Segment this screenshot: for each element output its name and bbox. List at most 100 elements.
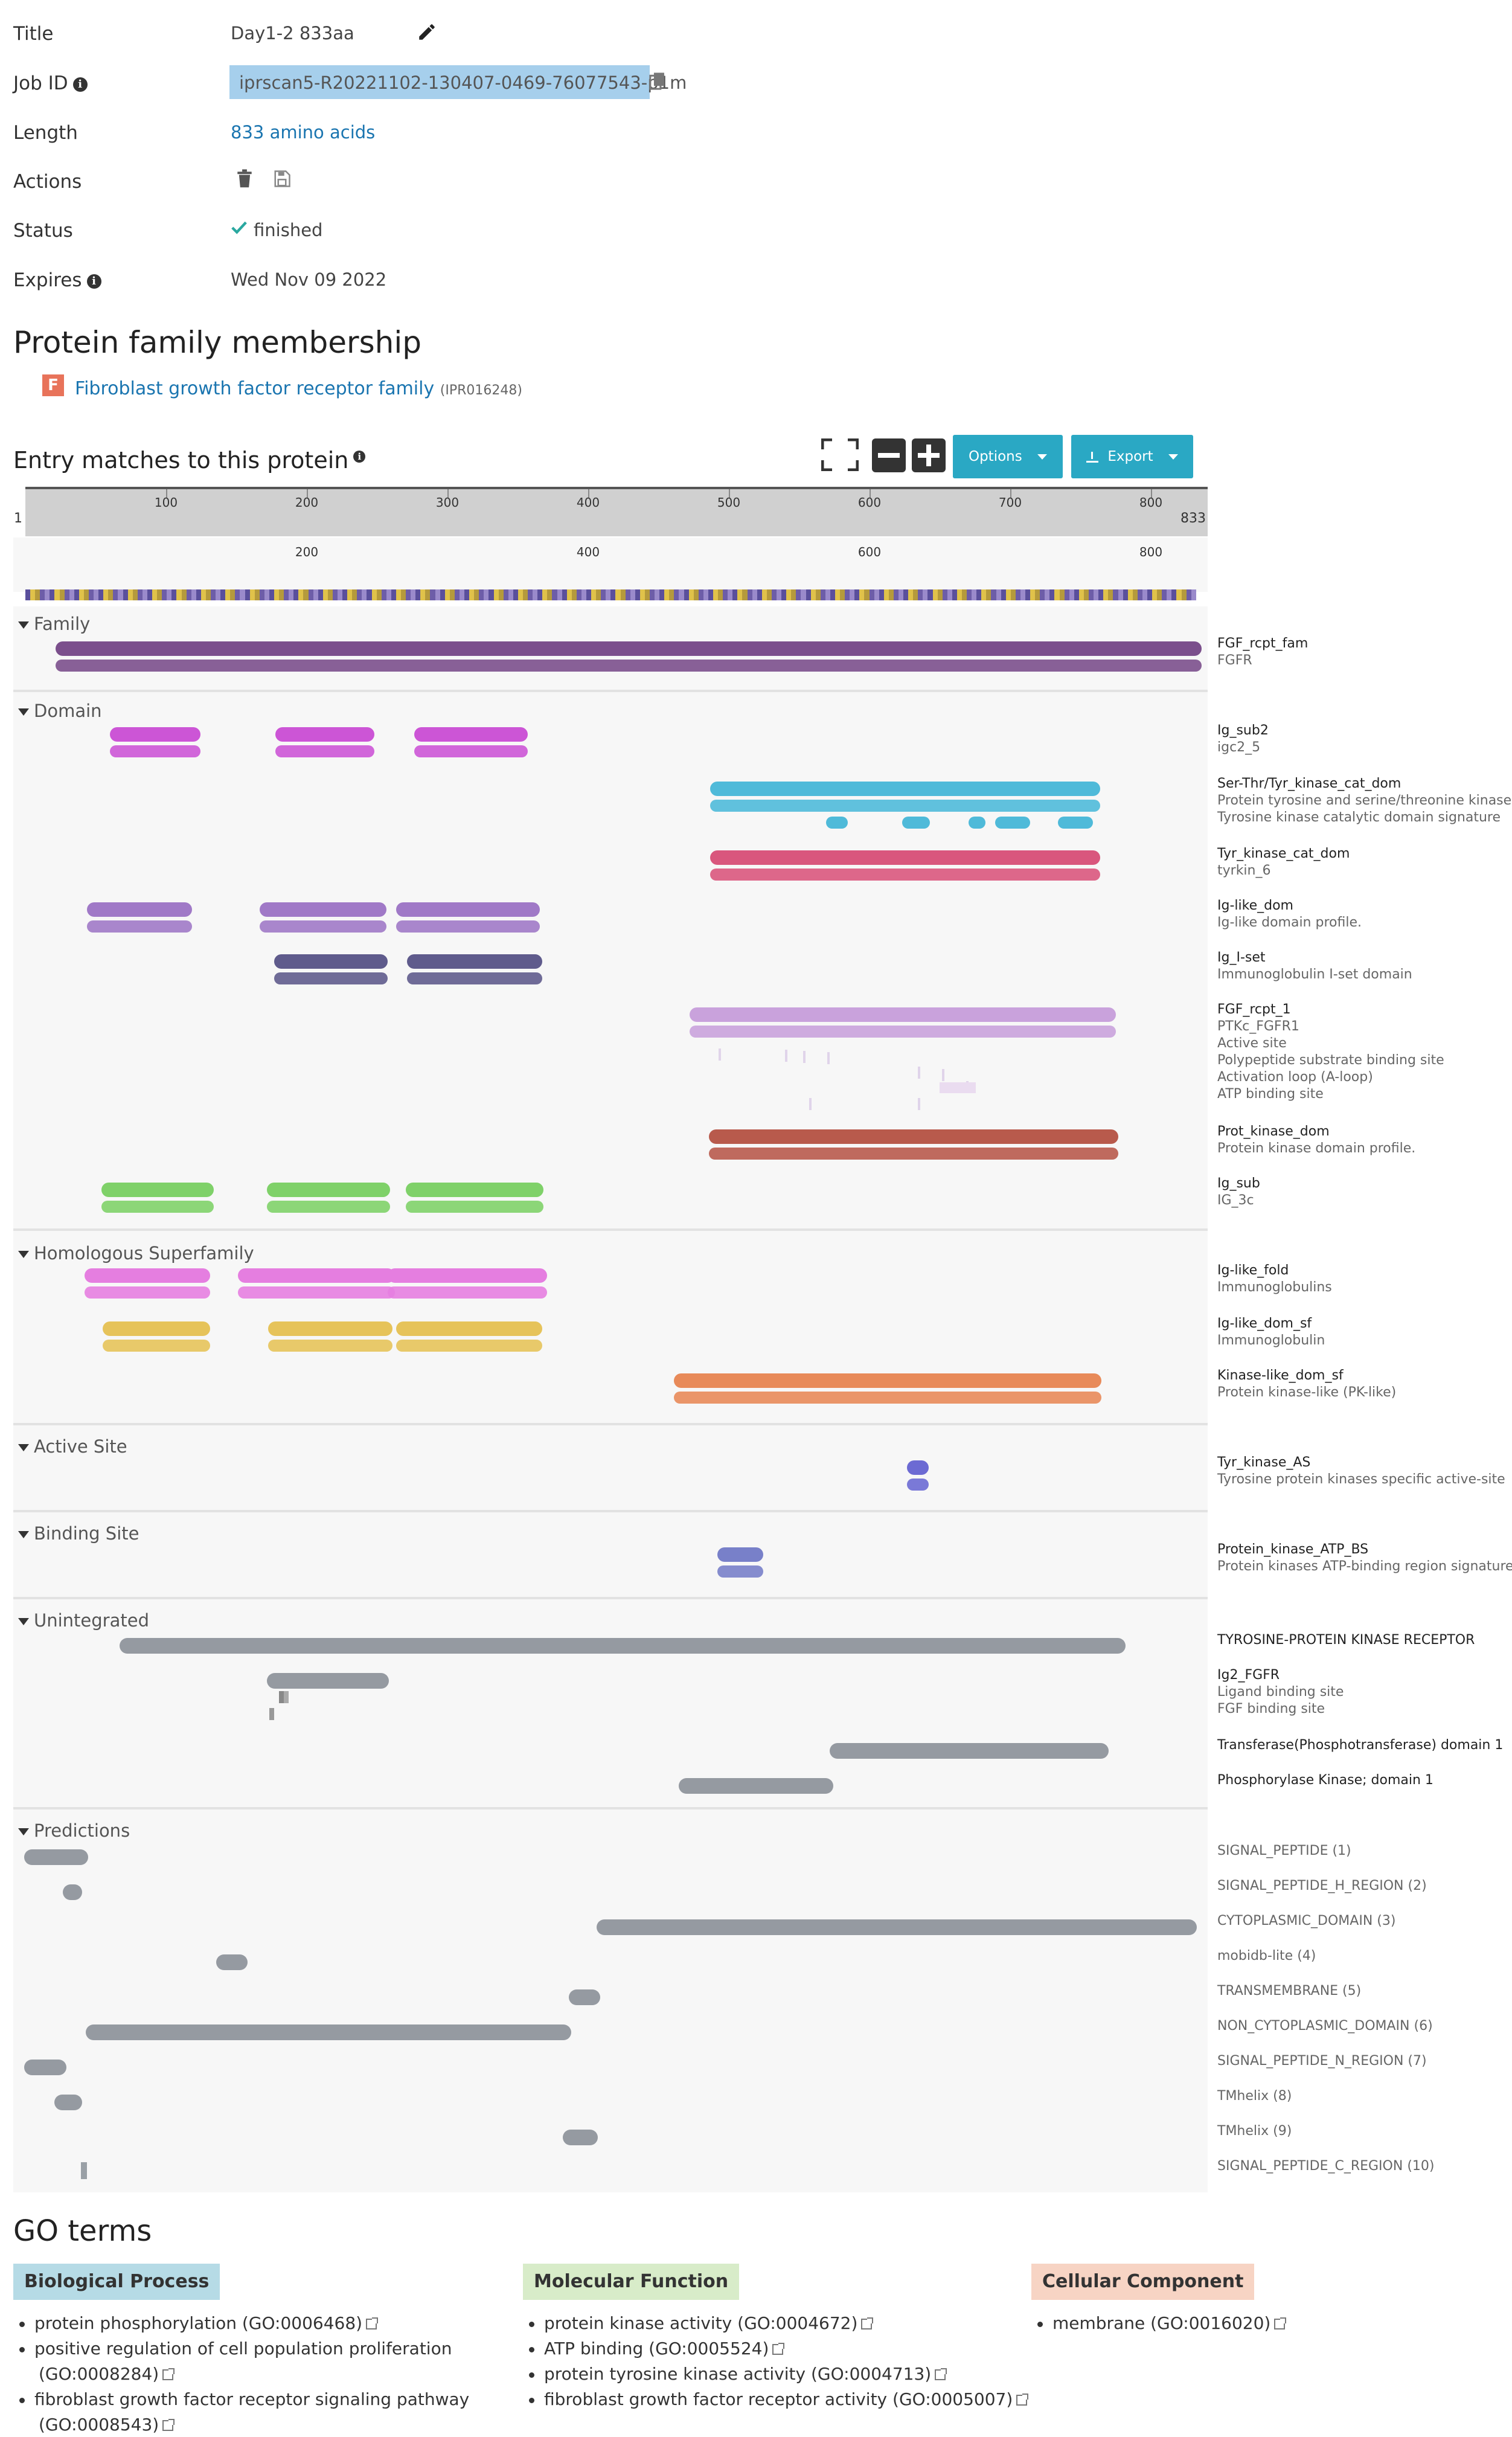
site-mark[interactable] <box>809 1098 812 1110</box>
match-bar[interactable] <box>710 850 1100 865</box>
external-link-icon[interactable] <box>935 2368 947 2380</box>
options-button[interactable]: Options <box>953 435 1063 478</box>
label-fgf-rcpt-fam[interactable]: FGF_rcpt_fam FGFR <box>1217 635 1512 669</box>
info-icon[interactable]: i <box>353 451 366 463</box>
match-bar[interactable] <box>388 1286 547 1299</box>
match-bar[interactable] <box>396 920 540 933</box>
match-bar[interactable] <box>56 641 1202 656</box>
category-unintegrated[interactable]: Unintegrated <box>18 1610 149 1631</box>
prediction-label[interactable]: CYTOPLASMIC_DOMAIN (3) <box>1217 1913 1395 1928</box>
match-bar[interactable] <box>267 1673 389 1689</box>
match-bar[interactable] <box>907 1460 929 1475</box>
site-mark[interactable] <box>827 1052 830 1064</box>
match-bar[interactable] <box>86 2024 571 2040</box>
match-bar[interactable] <box>110 727 200 742</box>
site-mark[interactable] <box>279 1691 284 1703</box>
export-button[interactable]: Export <box>1071 435 1193 478</box>
go-term-item[interactable]: fibroblast growth factor receptor signal… <box>19 2387 469 2412</box>
go-term-item-cont[interactable]: (GO:0008284) <box>39 2362 175 2387</box>
category-binding[interactable]: Binding Site <box>18 1523 139 1544</box>
match-segment[interactable] <box>1058 817 1093 829</box>
prediction-label[interactable]: NON_CYTOPLASMIC_DOMAIN (6) <box>1217 2018 1433 2034</box>
match-bar[interactable] <box>710 800 1100 812</box>
match-bar[interactable] <box>238 1268 395 1283</box>
prediction-label[interactable]: TMhelix (9) <box>1217 2124 1292 2139</box>
go-term-item-cont[interactable]: (GO:0008543) <box>39 2412 175 2437</box>
edit-pencil-icon[interactable] <box>417 22 437 45</box>
info-icon[interactable]: i <box>86 274 101 289</box>
prediction-label[interactable]: TRANSMEMBRANE (5) <box>1217 1983 1361 1999</box>
save-icon[interactable] <box>273 169 291 191</box>
match-bar[interactable] <box>268 1321 392 1336</box>
match-bar[interactable] <box>679 1778 833 1794</box>
site-mark[interactable] <box>269 1708 274 1720</box>
site-mark[interactable] <box>940 1082 976 1093</box>
category-predictions[interactable]: Predictions <box>18 1820 130 1841</box>
match-bar[interactable] <box>406 1201 543 1213</box>
label-ig2-fgfr[interactable]: Ig2_FGFR Ligand binding site FGF binding s… <box>1217 1667 1512 1718</box>
match-bar[interactable] <box>103 1321 210 1336</box>
external-link-icon[interactable] <box>1274 2317 1287 2329</box>
site-mark[interactable] <box>918 1067 920 1079</box>
match-bar[interactable] <box>268 1340 392 1352</box>
match-segment[interactable] <box>969 817 985 829</box>
match-bar[interactable] <box>597 1919 1197 1935</box>
site-mark[interactable] <box>803 1051 806 1063</box>
match-bar[interactable] <box>414 727 528 742</box>
site-mark[interactable] <box>785 1050 787 1062</box>
match-bar[interactable] <box>407 954 542 969</box>
go-term-item[interactable]: ATP binding (GO:0005524) <box>529 2336 785 2362</box>
match-segment[interactable] <box>995 817 1030 829</box>
match-bar[interactable] <box>690 1026 1116 1038</box>
trash-icon[interactable] <box>237 169 252 191</box>
match-bar[interactable] <box>717 1565 763 1578</box>
external-link-icon[interactable] <box>366 2317 379 2329</box>
match-bar[interactable] <box>216 1954 248 1970</box>
prediction-label[interactable]: mobidb-lite (4) <box>1217 1948 1316 1963</box>
category-homologous[interactable]: Homologous Superfamily <box>18 1243 254 1263</box>
match-bar[interactable] <box>674 1392 1101 1404</box>
info-icon[interactable]: i <box>72 77 88 92</box>
match-bar[interactable] <box>275 727 374 742</box>
category-active[interactable]: Active Site <box>18 1436 127 1457</box>
residue-strip[interactable] <box>25 589 1197 600</box>
match-bar[interactable] <box>267 1201 390 1213</box>
length-value[interactable]: 833 amino acids <box>231 122 375 143</box>
site-mark[interactable] <box>284 1691 289 1703</box>
match-bar[interactable] <box>407 972 542 984</box>
external-link-icon[interactable] <box>861 2317 874 2329</box>
label-tyr-kinase-as[interactable]: Tyr_kinase_AS Tyrosine protein kinases sp… <box>1217 1454 1512 1488</box>
label-ig-i-set[interactable]: Ig_I-set Immunoglobulin I-set domain <box>1217 949 1512 983</box>
external-link-icon[interactable] <box>772 2343 785 2355</box>
match-bar[interactable] <box>569 1989 600 2005</box>
prediction-label[interactable]: SIGNAL_PEPTIDE_N_REGION (7) <box>1217 2053 1427 2069</box>
prediction-label[interactable]: SIGNAL_PEPTIDE (1) <box>1217 1843 1351 1858</box>
match-bar[interactable] <box>87 920 192 933</box>
match-bar[interactable] <box>260 902 386 917</box>
external-link-icon[interactable] <box>162 2368 175 2380</box>
label-protein-kinase-atp-bs[interactable]: Protein_kinase_ATP_BS Protein kinases ATP… <box>1217 1541 1512 1575</box>
go-term-item[interactable]: fibroblast growth factor receptor activi… <box>529 2387 1029 2412</box>
match-bar[interactable] <box>396 902 540 917</box>
match-bar[interactable] <box>710 782 1100 796</box>
category-domain[interactable]: Domain <box>18 701 102 721</box>
family-entry-link[interactable]: Fibroblast growth factor receptor family <box>75 378 434 399</box>
match-bar[interactable] <box>274 972 388 984</box>
match-bar[interactable] <box>103 1340 210 1352</box>
match-bar[interactable] <box>907 1479 929 1491</box>
prediction-label[interactable]: SIGNAL_PEPTIDE_H_REGION (2) <box>1217 1878 1427 1893</box>
zoom-out-button[interactable] <box>872 438 906 472</box>
match-bar[interactable] <box>260 920 386 933</box>
site-mark[interactable] <box>719 1048 721 1061</box>
match-bar[interactable] <box>56 660 1202 672</box>
match-segment[interactable] <box>826 817 848 829</box>
site-mark[interactable] <box>918 1098 920 1110</box>
match-bar[interactable] <box>830 1743 1109 1759</box>
match-bar[interactable] <box>85 1268 210 1283</box>
label-prot-kinase-dom[interactable]: Prot_kinase_dom Protein kinase domain pro… <box>1217 1123 1512 1157</box>
match-bar[interactable] <box>396 1340 542 1352</box>
label-transferase[interactable]: Transferase(Phosphotransferase) domain 1 <box>1217 1737 1512 1754</box>
label-ig-sub[interactable]: Ig_sub IG_3c <box>1217 1175 1512 1209</box>
match-bar[interactable] <box>563 2130 598 2145</box>
site-mark[interactable] <box>942 1069 944 1081</box>
